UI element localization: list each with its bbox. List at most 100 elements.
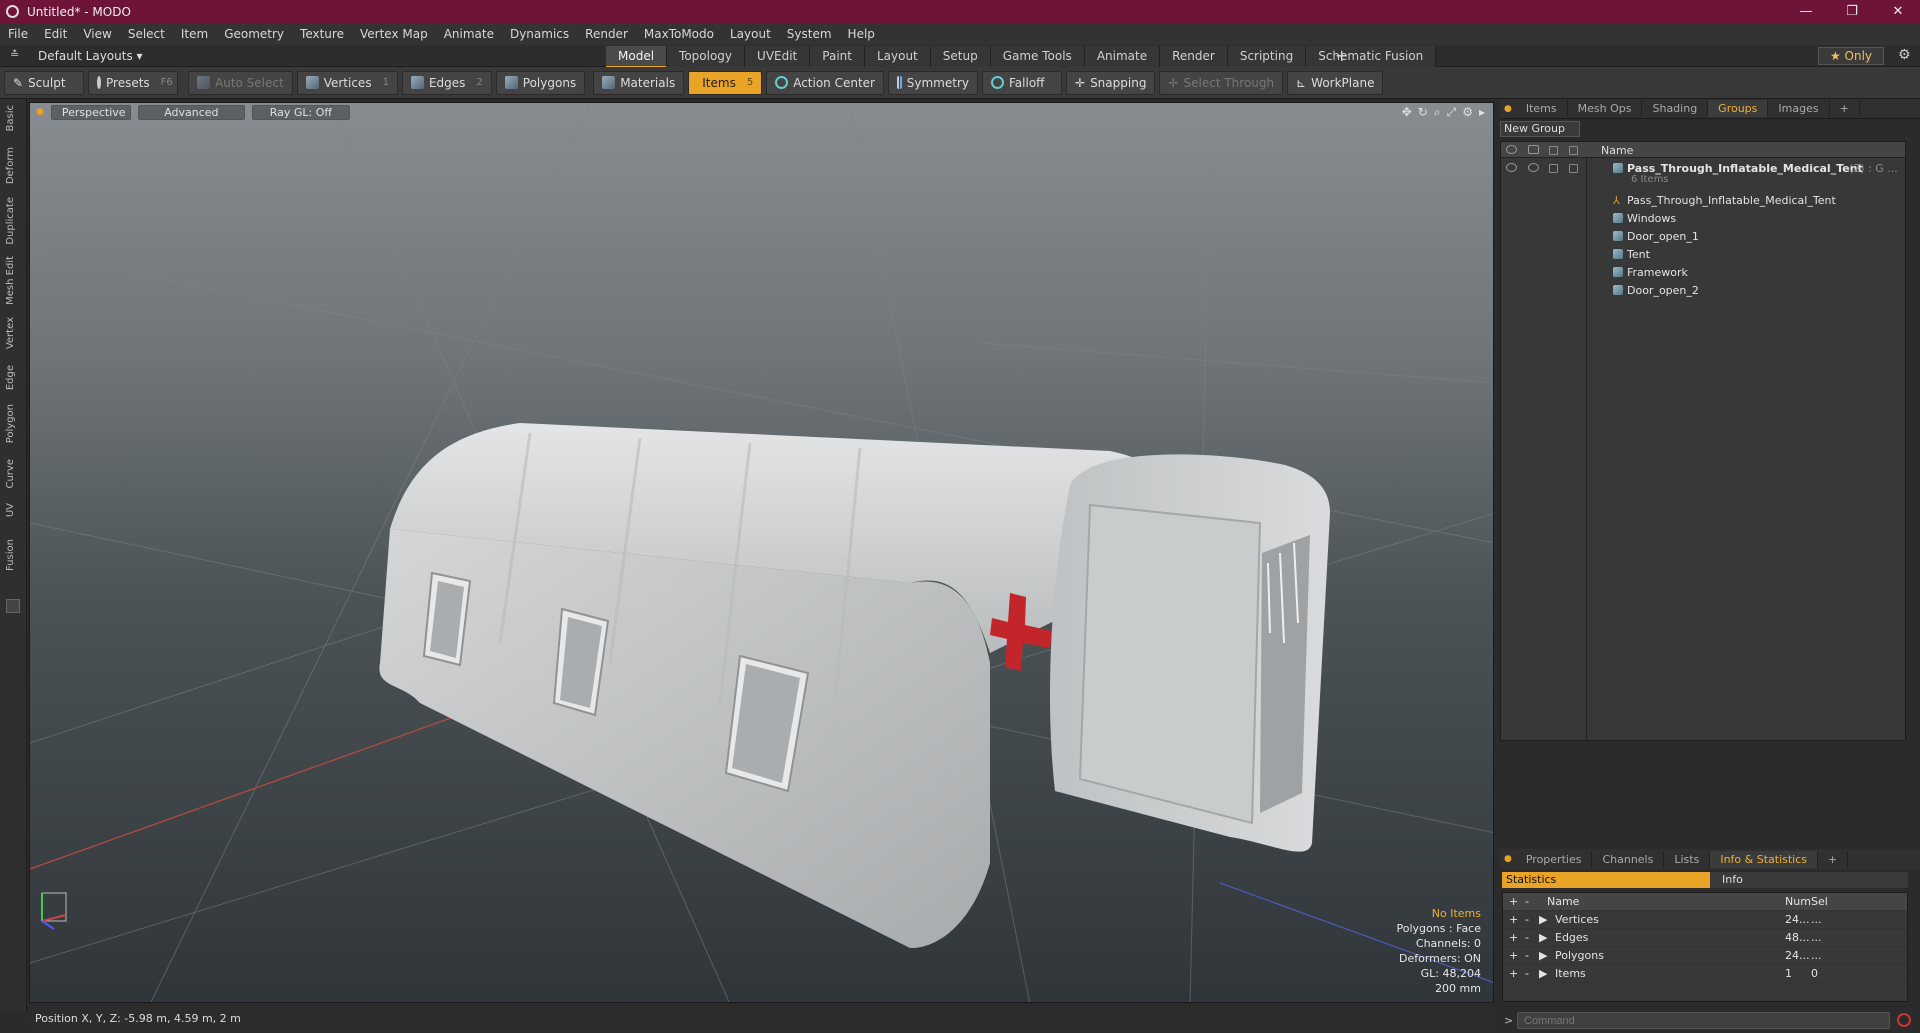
tab-uvedit[interactable]: UVEdit — [745, 46, 811, 68]
tab-curve[interactable]: Curve — [5, 459, 16, 489]
tab-images[interactable]: Images — [1768, 100, 1830, 117]
materials-button[interactable]: Materials — [593, 70, 685, 95]
close-button[interactable]: ✕ — [1876, 0, 1920, 23]
statistics-subtab[interactable]: Statistics — [1502, 872, 1710, 888]
tab-items[interactable]: Items — [1516, 100, 1568, 117]
table-row[interactable]: + - ▶ Items 1 0 — [1503, 965, 1907, 983]
new-group-button[interactable]: New Group — [1500, 121, 1580, 137]
tab-topology[interactable]: Topology — [667, 46, 746, 68]
tree-row-windows[interactable]: Windows — [1501, 210, 1905, 228]
tab-edge[interactable]: Edge — [5, 365, 16, 390]
advanced-dropdown[interactable]: Advanced — [137, 104, 245, 120]
rotate-icon[interactable]: ↻ — [1418, 105, 1428, 120]
perspective-dropdown[interactable]: Perspective — [50, 104, 131, 120]
tab-setup[interactable]: Setup — [930, 46, 991, 68]
remove-icon[interactable]: - — [1525, 913, 1529, 926]
add-panel-tab[interactable]: + — [1830, 100, 1860, 117]
menu-item[interactable]: Item — [173, 27, 216, 41]
action-center-button[interactable]: Action Center — [766, 70, 884, 95]
add-icon[interactable]: + — [1509, 967, 1518, 980]
tree-row-door-open-2[interactable]: Door_open_2 — [1501, 282, 1905, 300]
zoom-icon[interactable]: ⌕ — [1434, 105, 1441, 120]
tab-animate[interactable]: Animate — [1084, 46, 1161, 68]
tab-info-statistics[interactable]: Info & Statistics — [1710, 850, 1819, 868]
menu-file[interactable]: File — [0, 27, 36, 41]
tab-shading[interactable]: Shading — [1642, 100, 1709, 117]
falloff-button[interactable]: Falloff — [982, 70, 1062, 95]
tree-row-locator[interactable]: ⅄ Pass_Through_Inflatable_Medical_Tent — [1501, 192, 1905, 210]
panel-menu-icon[interactable]: ● — [1500, 104, 1516, 114]
edges-button[interactable]: Edges 2 — [401, 70, 492, 95]
add-icon[interactable]: + — [1509, 913, 1518, 926]
only-toggle[interactable]: ★ Only — [1818, 47, 1884, 65]
tab-duplicate[interactable]: Duplicate — [5, 197, 16, 245]
tab-scripting[interactable]: Scripting — [1227, 46, 1307, 68]
tab-uv[interactable]: UV — [5, 503, 16, 517]
workplane-button[interactable]: ⊾ WorkPlane — [1287, 70, 1384, 95]
tab-render[interactable]: Render — [1160, 46, 1228, 68]
menu-edit[interactable]: Edit — [36, 27, 75, 41]
menu-dynamics[interactable]: Dynamics — [502, 27, 577, 41]
menu-layout[interactable]: Layout — [722, 27, 779, 41]
items-button[interactable]: Items 5 — [688, 70, 763, 95]
minimize-button[interactable]: — — [1784, 0, 1828, 23]
auto-select-button[interactable]: Auto Select — [188, 70, 293, 95]
expand-arrow-icon[interactable]: ▶ — [1539, 913, 1547, 926]
command-input[interactable] — [1517, 1012, 1890, 1029]
sculpt-button[interactable]: ✎ Sculpt — [4, 70, 84, 95]
tab-lists[interactable]: Lists — [1664, 850, 1711, 868]
tab-fusion[interactable]: Fusion — [5, 539, 16, 571]
tab-vertex[interactable]: Vertex — [5, 317, 16, 349]
pan-icon[interactable]: ✥ — [1402, 105, 1412, 120]
record-macro-icon[interactable] — [1897, 1013, 1911, 1027]
menu-help[interactable]: Help — [840, 27, 883, 41]
strip-toggle-icon[interactable] — [6, 599, 20, 613]
select-through-button[interactable]: ✛ Select Through — [1159, 70, 1284, 95]
menu-maxtomodo[interactable]: MaxToModo — [636, 27, 722, 41]
table-row[interactable]: + - ▶ Edges 48... ... — [1503, 929, 1907, 947]
collapse-all-icon[interactable]: - — [1525, 895, 1529, 908]
expand-all-icon[interactable]: + — [1509, 895, 1518, 908]
tab-mesh-edit[interactable]: Mesh Edit — [5, 256, 16, 305]
tab-basic[interactable]: Basic — [5, 105, 16, 131]
3d-viewport[interactable]: ● Perspective Advanced Ray GL: Off ✥ ↻ ⌕… — [29, 102, 1494, 1003]
table-row[interactable]: + - ▶ Vertices 24... ... — [1503, 911, 1907, 929]
fit-icon[interactable]: ⤢ — [1447, 105, 1457, 120]
vertices-button[interactable]: Vertices 1 — [296, 70, 398, 95]
polygons-button[interactable]: Polygons — [495, 70, 586, 95]
add-icon[interactable]: + — [1509, 931, 1518, 944]
add-tab-icon[interactable]: + — [1335, 46, 1348, 65]
panel-menu-icon[interactable]: ● — [1500, 854, 1516, 864]
expand-arrow-icon[interactable]: ▶ — [1539, 931, 1547, 944]
eye-icon[interactable] — [1506, 163, 1517, 172]
info-subtab[interactable]: Info — [1710, 872, 1908, 888]
tab-model[interactable]: Model — [606, 46, 668, 68]
raygl-dropdown[interactable]: Ray GL: Off — [251, 104, 350, 120]
table-row[interactable]: + - ▶ Polygons 24... ... — [1503, 947, 1907, 965]
tab-channels[interactable]: Channels — [1592, 850, 1665, 868]
menu-system[interactable]: System — [779, 27, 840, 41]
menu-view[interactable]: View — [75, 27, 119, 41]
lock-checkbox[interactable] — [1549, 164, 1558, 173]
menu-vertex-map[interactable]: Vertex Map — [352, 27, 436, 41]
tab-layout[interactable]: Layout — [864, 46, 931, 68]
tab-groups[interactable]: Groups — [1708, 100, 1769, 117]
layout-pin-icon[interactable]: ≛ — [10, 48, 19, 61]
presets-button[interactable]: Presets F6 — [88, 70, 178, 95]
menu-select[interactable]: Select — [120, 27, 173, 41]
menu-geometry[interactable]: Geometry — [216, 27, 292, 41]
tab-game-tools[interactable]: Game Tools — [990, 46, 1085, 68]
tab-schematic-fusion[interactable]: Schematic Fusion — [1306, 46, 1437, 68]
tree-row-tent[interactable]: Tent — [1501, 246, 1905, 264]
tree-row-door-open-1[interactable]: Door_open_1 — [1501, 228, 1905, 246]
select-checkbox[interactable] — [1569, 164, 1578, 173]
render-toggle-icon[interactable] — [1528, 163, 1539, 172]
tab-deform[interactable]: Deform — [5, 147, 16, 184]
remove-icon[interactable]: - — [1525, 949, 1529, 962]
viewport-menu-icon[interactable]: ● — [36, 107, 44, 117]
viewport-expand-icon[interactable]: ▸ — [1479, 105, 1485, 120]
expand-arrow-icon[interactable]: ▶ — [1539, 967, 1547, 980]
tree-row-framework[interactable]: Framework — [1501, 264, 1905, 282]
remove-icon[interactable]: - — [1525, 967, 1529, 980]
menu-render[interactable]: Render — [577, 27, 636, 41]
